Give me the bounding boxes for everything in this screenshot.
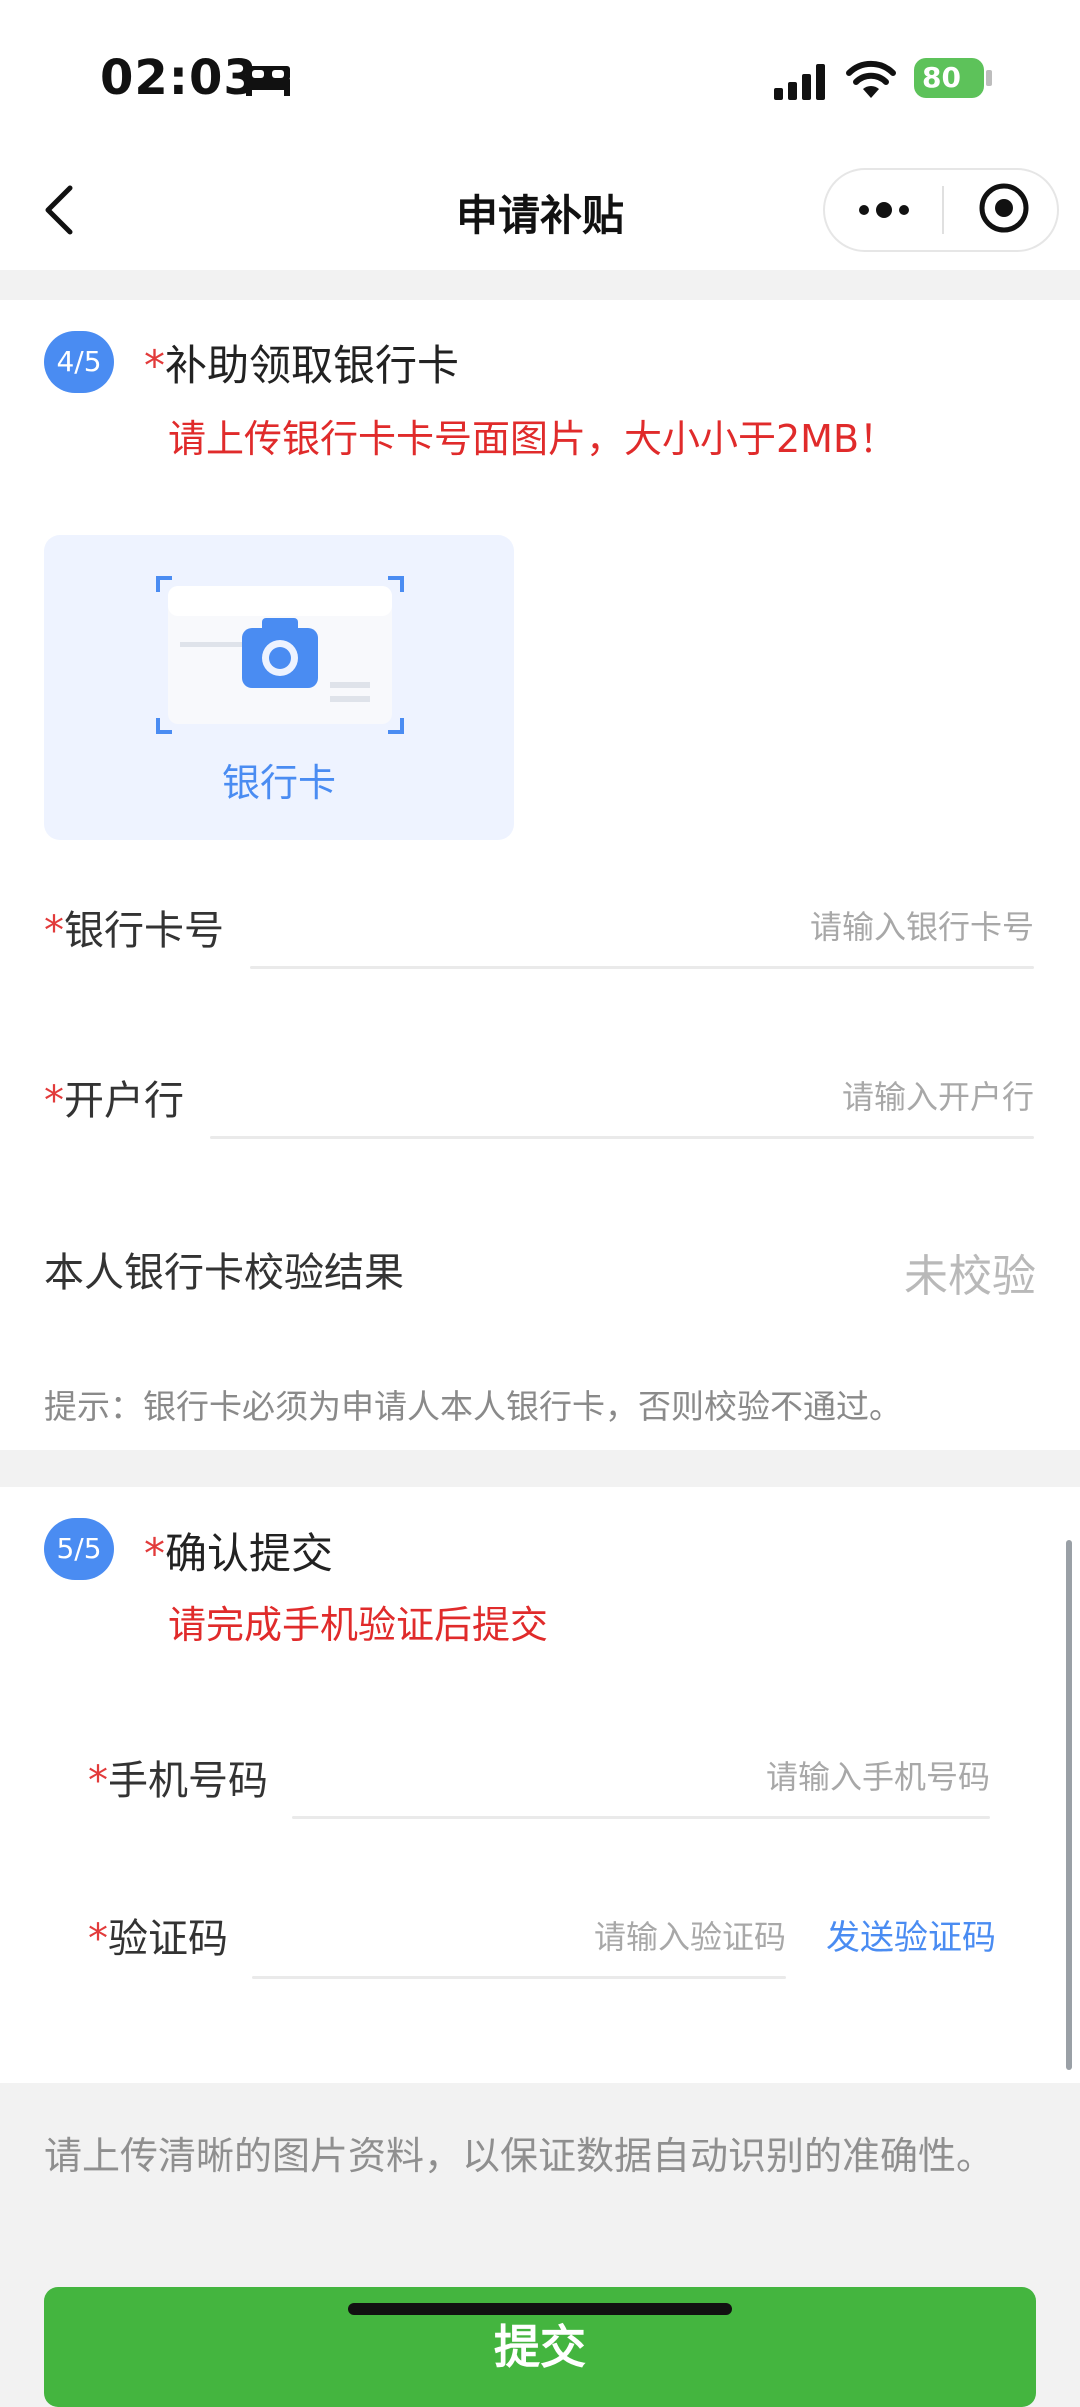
- wifi-icon: [846, 60, 896, 98]
- code-underline: [252, 1976, 786, 1979]
- bed-icon: [246, 66, 290, 96]
- verify-result-status: 未校验: [904, 1251, 1036, 1302]
- status-time: 02:03: [100, 50, 258, 106]
- capsule-divider: [942, 186, 944, 234]
- phone-label: *手机号码: [88, 1748, 268, 1806]
- confirm-title-text: 确认提交: [165, 1529, 334, 1578]
- required-star: *: [44, 908, 64, 954]
- card-number-underline: [250, 966, 1034, 969]
- bank-label: *开户行: [44, 1068, 184, 1126]
- battery-indicator: 80: [914, 58, 984, 98]
- more-icon[interactable]: [856, 196, 912, 224]
- signal-icon: [774, 64, 825, 100]
- battery-cap: [986, 70, 992, 86]
- required-star: *: [144, 341, 165, 390]
- bank-label-text: 开户行: [64, 1078, 184, 1124]
- required-star: *: [88, 1758, 108, 1804]
- scrollbar[interactable]: [1066, 1540, 1072, 2070]
- step-badge-5: 5/5: [44, 1518, 114, 1580]
- confirm-section-title: *确认提交: [144, 1520, 333, 1581]
- bank-card-upload-label: 银行卡: [221, 761, 336, 805]
- card-number-input[interactable]: 请输入银行卡号: [250, 902, 1034, 948]
- required-star: *: [44, 1078, 64, 1124]
- confirm-hint: 请完成手机验证后提交: [168, 1603, 549, 1647]
- card-number-label: *银行卡号: [44, 898, 224, 956]
- required-star: *: [88, 1916, 108, 1962]
- send-code-button[interactable]: 发送验证码: [826, 1910, 996, 1959]
- phone-input[interactable]: 请输入手机号码: [292, 1752, 990, 1798]
- section-title-text: 补助领取银行卡: [165, 341, 460, 390]
- card-number-label-text: 银行卡号: [64, 908, 224, 954]
- bank-card-tip: 提示：银行卡必须为申请人本人银行卡，否则校验不通过。: [44, 1387, 902, 1426]
- required-star: *: [144, 1529, 165, 1578]
- code-input[interactable]: 请输入验证码: [252, 1912, 786, 1958]
- step-badge-4: 4/5: [44, 331, 114, 393]
- code-label-text: 验证码: [108, 1916, 228, 1962]
- bank-underline: [210, 1136, 1034, 1139]
- camera-icon: [156, 576, 404, 734]
- verify-result-label: 本人银行卡校验结果: [44, 1250, 404, 1296]
- upload-clarity-tip: 请上传清晰的图片资料，以保证数据自动识别的准确性。: [44, 2134, 995, 2178]
- home-indicator: [348, 2303, 732, 2315]
- phone-label-text: 手机号码: [108, 1758, 268, 1804]
- code-label: *验证码: [88, 1906, 228, 1964]
- bank-card-upload-hint: 请上传银行卡卡号面图片，大小小于2MB！: [168, 417, 898, 461]
- bank-card-section-title: *补助领取银行卡: [144, 332, 459, 393]
- phone-underline: [292, 1816, 990, 1819]
- bank-input[interactable]: 请输入开户行: [210, 1072, 1034, 1118]
- close-miniprogram-icon[interactable]: [976, 180, 1032, 236]
